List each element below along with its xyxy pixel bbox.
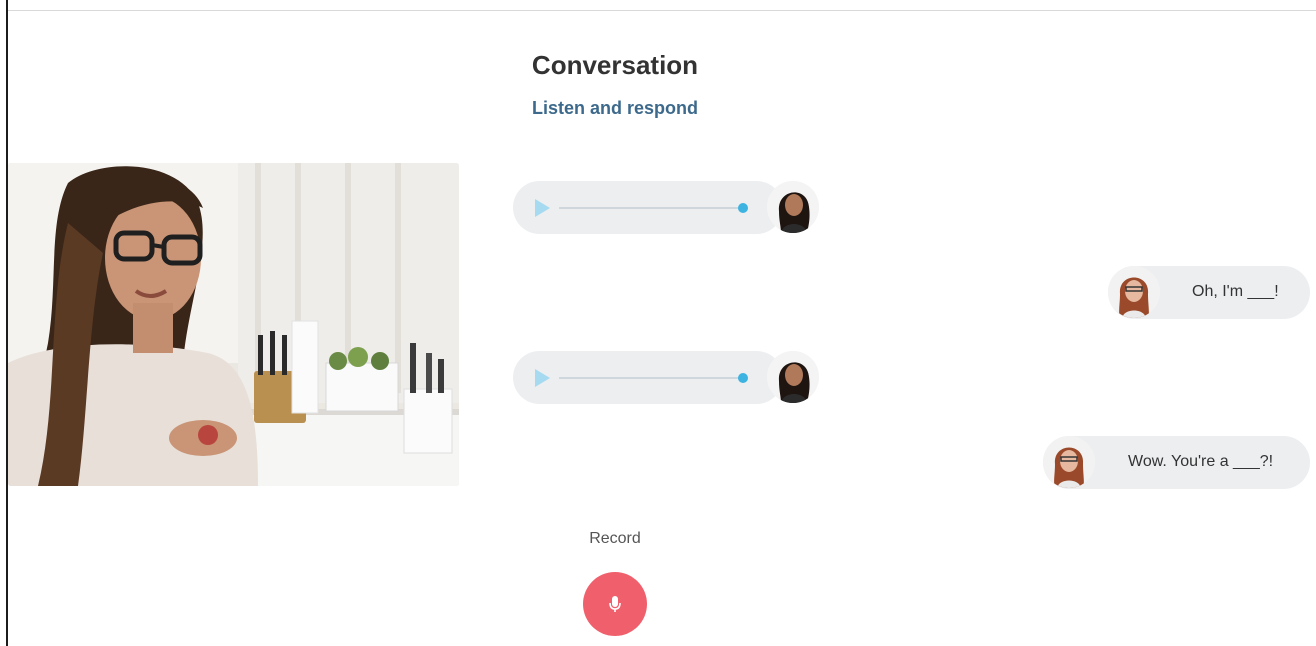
page-title: Conversation [531, 50, 699, 80]
play-icon[interactable] [535, 199, 550, 217]
audio-progress-track[interactable] [559, 207, 744, 209]
audio-message-1 [513, 181, 783, 234]
record-button[interactable] [583, 572, 647, 636]
page-subtitle: Listen and respond [531, 98, 699, 118]
microphone-icon [609, 596, 621, 612]
audio-progress-knob[interactable] [738, 203, 748, 213]
woman-dark-hair-avatar-icon [767, 351, 819, 403]
video-scene-illustration [8, 163, 459, 486]
play-icon[interactable] [535, 369, 550, 387]
record-label: Record [589, 530, 641, 547]
message-text: Oh, I'm ___! [1192, 283, 1279, 300]
woman-red-hair-avatar-icon [1108, 266, 1160, 318]
audio-message-3 [513, 351, 783, 404]
audio-progress-knob[interactable] [738, 373, 748, 383]
top-divider [8, 10, 1316, 11]
message-text: Wow. You're a ___?! [1128, 453, 1274, 470]
woman-red-hair-avatar-icon [1043, 436, 1095, 488]
audio-progress-track[interactable] [559, 377, 744, 379]
conversation-page: Conversation Listen and respond Oh, I'm … [0, 0, 1316, 646]
conversation-video[interactable] [8, 163, 459, 486]
woman-dark-hair-avatar-icon [767, 181, 819, 233]
